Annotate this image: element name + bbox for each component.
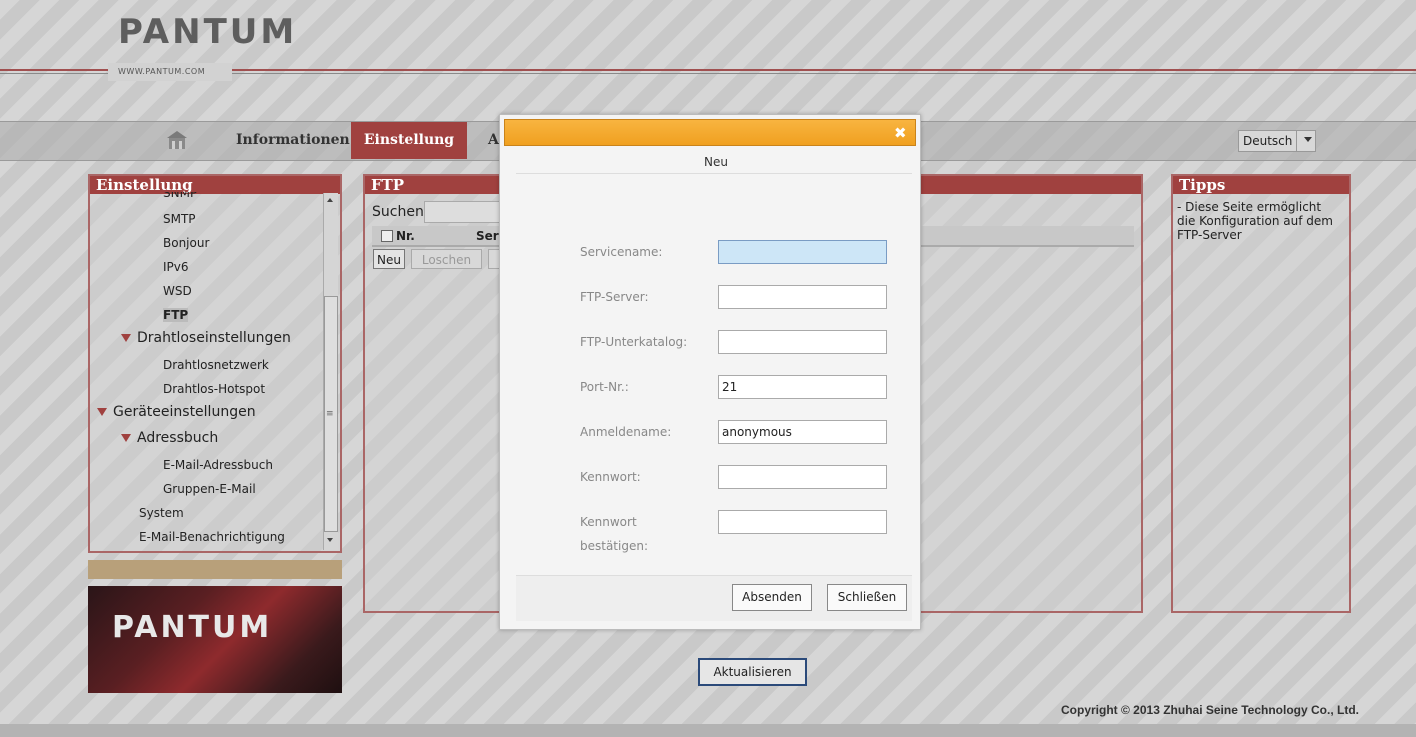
dialog-heading: Neu (704, 155, 728, 169)
ftp-subdirectory-input[interactable] (718, 330, 887, 354)
tree-group-device[interactable]: Geräteeinstellungen (97, 404, 256, 420)
expand-triangle-icon (121, 434, 131, 442)
scroll-grip-icon: ≡ (326, 409, 334, 419)
decorative-bar (88, 560, 342, 579)
tips-text: - Diese Seite ermöglicht die Konfigurati… (1177, 200, 1333, 242)
ftp-server-label: FTP-Server: (580, 290, 649, 304)
pantum-banner-logo: PANTUM (112, 610, 273, 645)
tree-item-group-email[interactable]: Gruppen-E-Mail (163, 482, 256, 496)
password-input[interactable] (718, 465, 887, 489)
delete-button[interactable]: Loschen (411, 249, 482, 269)
port-label: Port-Nr.: (580, 380, 629, 394)
copyright-text: Copyright © 2013 Zhuhai Seine Technology… (1061, 703, 1359, 717)
tree-item-snmp[interactable]: SNMP (163, 192, 197, 202)
tree-item-wireless-hotspot[interactable]: Drahtlos-Hotspot (163, 382, 265, 396)
ftp-subdirectory-label: FTP-Unterkatalog: (580, 335, 688, 349)
close-icon[interactable]: ✖ (894, 124, 907, 142)
refresh-button[interactable]: Aktualisieren (698, 658, 807, 686)
service-name-label: Servicename: (580, 245, 663, 259)
tree-item-bonjour[interactable]: Bonjour (163, 236, 209, 250)
ftp-server-input[interactable] (718, 285, 887, 309)
close-button[interactable]: Schließen (827, 584, 907, 611)
language-select-divider (1296, 131, 1297, 151)
expand-triangle-icon (97, 408, 107, 416)
service-name-input[interactable] (718, 240, 887, 264)
tips-panel-title: Tipps (1173, 176, 1349, 194)
tree-group-addressbook[interactable]: Adressbuch (121, 430, 218, 446)
tree-item-snmp-label: SNMP (163, 192, 198, 200)
nav-informationen[interactable]: Informationen (236, 122, 350, 159)
chevron-down-icon[interactable] (1304, 137, 1312, 142)
confirm-password-label: Kennwort (580, 515, 637, 529)
tree-item-wireless-network[interactable]: Drahtlosnetzwerk (163, 358, 269, 372)
nav-einstellung[interactable]: Einstellung (351, 122, 467, 159)
tree-item-ftp[interactable]: FTP (163, 308, 189, 322)
website-url: WWW.PANTUM.COM (118, 67, 206, 76)
tree-group-wireless[interactable]: Drahtloseinstellungen (121, 330, 291, 346)
tree-item-system[interactable]: System (139, 506, 184, 520)
search-label: Suchen (372, 204, 424, 220)
home-icon[interactable] (166, 129, 188, 151)
password-label: Kennwort: (580, 470, 641, 484)
tree-item-wsd[interactable]: WSD (163, 284, 192, 298)
language-select-value: Deutsch (1243, 134, 1293, 148)
submit-button[interactable]: Absenden (732, 584, 812, 611)
port-input[interactable]: 21 (718, 375, 887, 399)
column-header-nr: Nr. (396, 229, 415, 243)
tree-item-email-notification[interactable]: E-Mail-Benachrichtigung (139, 530, 285, 544)
confirm-password-label-line2: bestätigen: (580, 539, 648, 553)
nav-item-partial[interactable]: A (488, 122, 499, 159)
tree-group-wireless-label: Drahtloseinstellungen (137, 330, 291, 346)
confirm-password-input[interactable] (718, 510, 887, 534)
select-all-checkbox[interactable] (381, 230, 393, 242)
dialog-heading-divider (516, 173, 912, 174)
expand-triangle-icon (121, 334, 131, 342)
new-ftp-dialog (499, 114, 921, 630)
new-button[interactable]: Neu (373, 249, 405, 269)
scroll-down-icon[interactable] (327, 538, 333, 542)
tree-item-email-addressbook[interactable]: E-Mail-Adressbuch (163, 458, 273, 472)
tree-item-smtp[interactable]: SMTP (163, 212, 196, 226)
settings-panel-title: Einstellung (90, 176, 340, 194)
tree-item-ipv6[interactable]: IPv6 (163, 260, 189, 274)
pantum-logo: PANTUM (118, 12, 298, 52)
login-name-label: Anmeldename: (580, 425, 672, 439)
scroll-up-icon[interactable] (327, 198, 333, 202)
footer-strip (0, 724, 1416, 737)
login-name-input[interactable]: anonymous (718, 420, 887, 444)
tree-group-device-label: Geräteeinstellungen (113, 404, 256, 420)
tree-group-addressbook-label: Adressbuch (137, 430, 219, 446)
dialog-titlebar[interactable] (504, 119, 916, 146)
